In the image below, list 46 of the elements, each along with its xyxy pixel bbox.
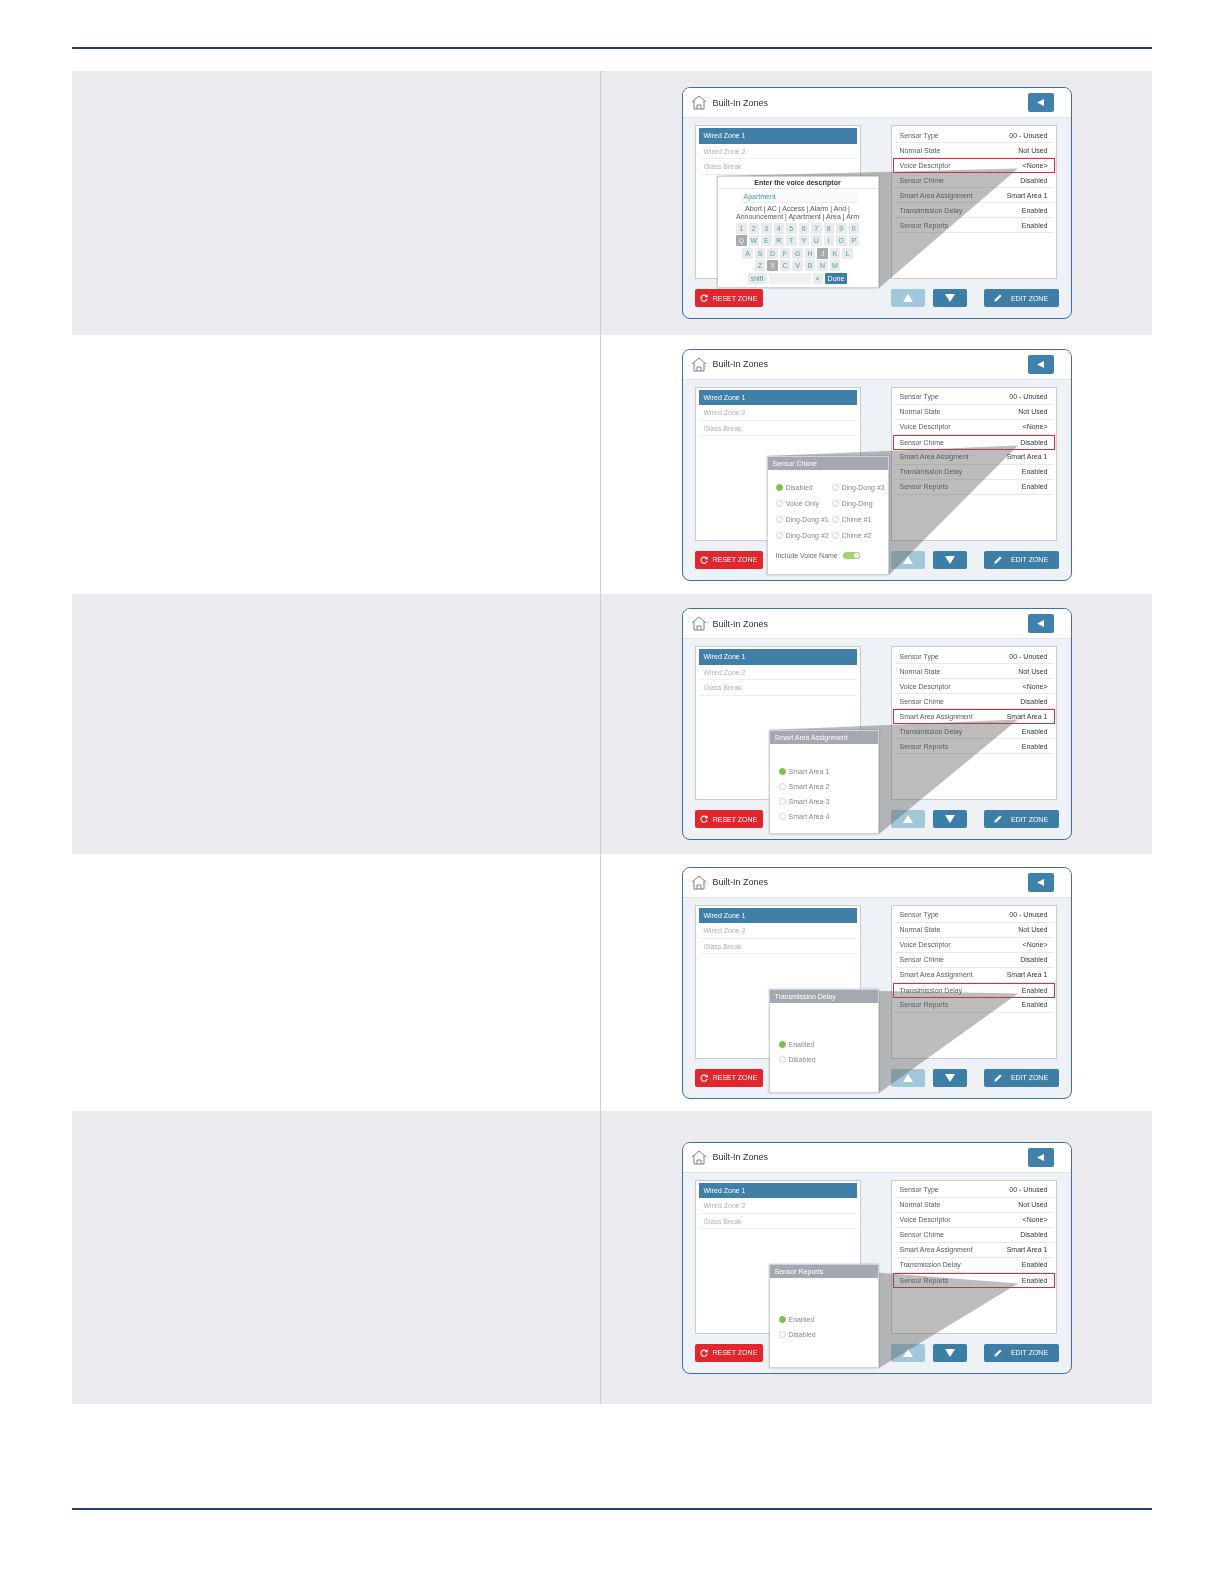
pencil-icon (993, 1348, 1002, 1357)
triangle-down-icon (944, 815, 955, 823)
triangle-left-icon (1037, 620, 1044, 627)
refresh-icon (699, 1348, 708, 1357)
back-button[interactable] (1027, 614, 1054, 633)
house-icon (690, 356, 707, 372)
back-button[interactable] (1027, 354, 1054, 374)
house-icon (690, 95, 707, 110)
screen-title: Built-In Zones (712, 1152, 769, 1162)
pencil-icon (993, 555, 1002, 564)
triangle-up-icon (902, 555, 913, 564)
triangle-down-icon (944, 555, 955, 564)
triangle-left-icon (1037, 99, 1044, 106)
down-button[interactable] (932, 550, 967, 569)
screen-title: Built-In Zones (712, 97, 769, 108)
triangle-left-icon (1037, 360, 1044, 368)
screen-title: Built-In Zones (712, 618, 769, 629)
refresh-icon (699, 815, 708, 823)
back-button[interactable] (1027, 1147, 1054, 1167)
down-button[interactable] (932, 1068, 967, 1087)
refresh-icon (699, 294, 708, 302)
screen-title: Built-In Zones (712, 359, 769, 369)
pencil-icon (993, 1073, 1002, 1082)
down-button[interactable] (932, 810, 967, 828)
triangle-up-icon (902, 1348, 913, 1357)
screen-title: Built-In Zones (712, 877, 769, 887)
down-button[interactable] (932, 1343, 967, 1362)
triangle-up-icon (902, 1073, 913, 1082)
triangle-up-icon (902, 815, 913, 823)
house-icon (690, 1149, 707, 1165)
back-button[interactable] (1027, 872, 1054, 892)
triangle-down-icon (944, 1073, 955, 1082)
down-button[interactable] (932, 289, 967, 307)
triangle-up-icon (902, 294, 913, 302)
triangle-left-icon (1037, 878, 1044, 886)
pencil-icon (993, 294, 1002, 302)
refresh-icon (699, 1073, 708, 1082)
refresh-icon (699, 555, 708, 564)
triangle-left-icon (1037, 1153, 1044, 1161)
toggle-switch[interactable] (842, 551, 860, 559)
house-icon (690, 874, 707, 890)
house-icon (690, 616, 707, 631)
back-button[interactable] (1027, 93, 1054, 112)
triangle-down-icon (944, 1348, 955, 1357)
pencil-icon (993, 815, 1002, 823)
triangle-down-icon (944, 294, 955, 302)
